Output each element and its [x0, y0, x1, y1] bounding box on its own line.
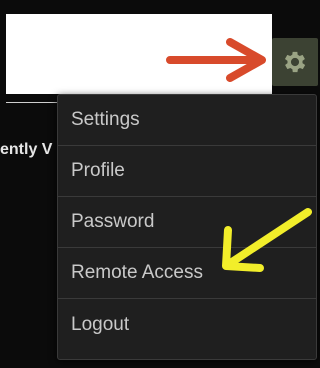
settings-gear-button[interactable] — [272, 38, 318, 86]
red-arrow-annotation — [166, 38, 266, 82]
background-page-text: ently V — [0, 141, 53, 158]
yellow-arrow-annotation — [222, 208, 312, 272]
gear-icon — [284, 51, 306, 73]
menu-item-settings[interactable]: Settings — [58, 95, 316, 146]
divider-line — [6, 102, 57, 103]
menu-item-profile[interactable]: Profile — [58, 146, 316, 197]
menu-item-logout[interactable]: Logout — [58, 299, 316, 350]
